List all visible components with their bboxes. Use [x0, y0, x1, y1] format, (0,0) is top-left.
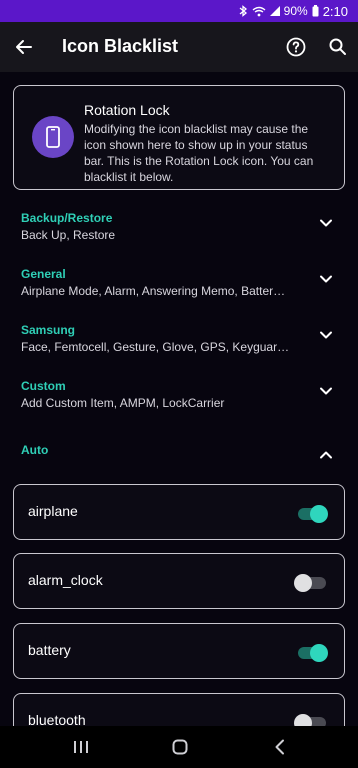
signal-icon: [269, 6, 280, 16]
toggle-switch[interactable]: [298, 642, 328, 662]
section-title: Samsung: [21, 323, 76, 337]
page-title: Icon Blacklist: [62, 36, 179, 56]
chevron-down-icon[interactable]: [316, 269, 336, 289]
info-card: Rotation Lock Modifying the icon blackli…: [13, 85, 345, 190]
item-label: airplane: [28, 503, 78, 519]
list-item-battery[interactable]: battery: [13, 623, 345, 679]
section-subtitle: Back Up, Restore: [21, 228, 116, 242]
chevron-down-icon[interactable]: [316, 213, 336, 233]
card-description: Modifying the icon blacklist may cause t…: [84, 122, 314, 184]
item-label: alarm_clock: [28, 572, 103, 588]
status-bar: 90% 2:10: [0, 0, 358, 22]
chevron-down-icon[interactable]: [316, 381, 336, 401]
section-custom[interactable]: Custom Add Custom Item, AMPM, LockCarrie…: [0, 379, 358, 435]
recents-icon[interactable]: [71, 737, 91, 757]
section-subtitle: Add Custom Item, AMPM, LockCarrier: [21, 396, 225, 410]
navigation-bar: [0, 726, 358, 768]
bluetooth-icon: [238, 5, 248, 17]
list-item-alarm-clock[interactable]: alarm_clock: [13, 553, 345, 609]
search-icon[interactable]: [326, 35, 350, 59]
battery-percent: 90%: [283, 4, 308, 18]
chevron-up-icon[interactable]: [316, 445, 336, 465]
back-icon[interactable]: [270, 737, 290, 757]
section-title: Backup/Restore: [21, 211, 113, 225]
section-subtitle: Airplane Mode, Alarm, Answering Memo, Ba…: [21, 284, 286, 298]
toggle-switch[interactable]: [294, 712, 328, 726]
card-title: Rotation Lock: [84, 102, 170, 118]
chevron-down-icon[interactable]: [316, 325, 336, 345]
app-bar: Icon Blacklist: [0, 22, 358, 72]
battery-icon: [312, 5, 319, 17]
list-item-airplane[interactable]: airplane: [13, 484, 345, 540]
switch-thumb: [294, 714, 312, 726]
switch-thumb: [294, 574, 312, 592]
item-label: battery: [28, 642, 71, 658]
toggle-switch[interactable]: [298, 503, 328, 523]
switch-thumb: [310, 505, 328, 523]
section-general[interactable]: General Airplane Mode, Alarm, Answering …: [0, 267, 358, 323]
home-icon[interactable]: [170, 737, 190, 757]
section-title: Custom: [21, 379, 66, 393]
status-time: 2:10: [322, 3, 348, 19]
section-samsung[interactable]: Samsung Face, Femtocell, Gesture, Glove,…: [0, 323, 358, 379]
switch-thumb: [310, 644, 328, 662]
section-auto[interactable]: Auto: [0, 443, 358, 467]
section-title: Auto: [21, 443, 49, 457]
main-content[interactable]: Rotation Lock Modifying the icon blackli…: [0, 72, 358, 726]
help-circle-icon[interactable]: [284, 35, 308, 59]
phone-rotation-icon: [32, 116, 74, 158]
toggle-switch[interactable]: [294, 572, 328, 592]
section-subtitle: Face, Femtocell, Gesture, Glove, GPS, Ke…: [21, 340, 291, 354]
item-label: bluetooth: [28, 712, 86, 726]
section-backup-restore[interactable]: Backup/Restore Back Up, Restore: [0, 211, 358, 267]
list-item-bluetooth[interactable]: bluetooth: [13, 693, 345, 726]
arrow-back-icon[interactable]: [12, 35, 36, 59]
wifi-icon: [252, 6, 266, 17]
section-title: General: [21, 267, 66, 281]
